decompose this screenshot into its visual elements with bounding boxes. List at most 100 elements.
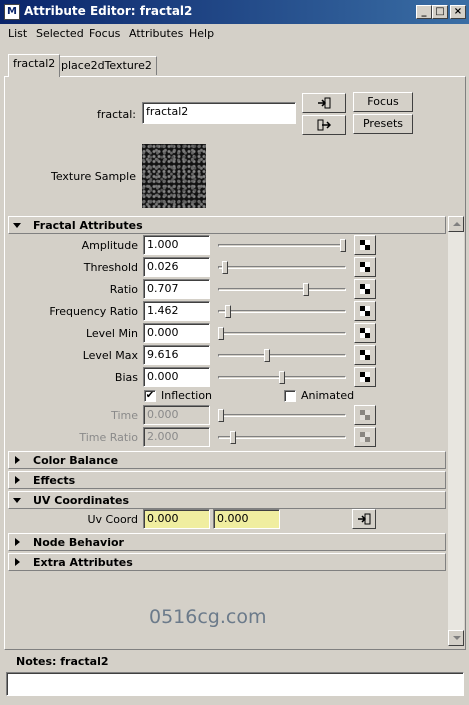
uv-coord-u-field[interactable]: 0.000 — [143, 509, 210, 529]
attr-label: Bias — [114, 371, 138, 384]
section-node-behavior[interactable]: Node Behavior — [8, 533, 446, 551]
map-texture-button[interactable] — [354, 235, 376, 255]
attr-value-field[interactable]: 1.000 — [143, 235, 210, 255]
collapsed-arrow-icon — [15, 558, 20, 566]
input-arrow-icon — [318, 97, 331, 109]
map-texture-button[interactable] — [354, 323, 376, 343]
attr-value-field: 0.000 — [143, 405, 210, 425]
map-texture-button[interactable] — [354, 257, 376, 277]
attr-slider-handle[interactable] — [303, 283, 309, 296]
section-fractal-attributes[interactable]: Fractal Attributes — [8, 216, 446, 234]
texture-sample-swatch[interactable] — [142, 144, 206, 208]
map-texture-button[interactable] — [354, 301, 376, 321]
animated-checkbox[interactable] — [284, 390, 296, 402]
scroll-up-button[interactable] — [448, 216, 464, 232]
checker-icon — [360, 372, 370, 382]
tab-place2dtexture2[interactable]: place2dTexture2 — [56, 56, 157, 75]
attr-slider-track[interactable] — [218, 310, 346, 313]
map-texture-button — [354, 405, 376, 425]
vertical-scrollbar[interactable] — [448, 216, 464, 646]
map-texture-button[interactable] — [354, 345, 376, 365]
menu-attributes[interactable]: Attributes — [129, 27, 183, 40]
attr-value-field[interactable]: 0.000 — [143, 367, 210, 387]
attr-slider-track[interactable] — [218, 266, 346, 269]
output-connection-button[interactable] — [302, 115, 346, 135]
node-name-field[interactable]: fractal2 — [142, 102, 296, 124]
close-button[interactable]: × — [450, 5, 466, 19]
attr-label: Level Min — [85, 327, 138, 340]
minimize-button[interactable]: _ — [416, 5, 432, 19]
watermark-text: 0516cg.com — [149, 606, 267, 628]
notes-title: Notes: fractal2 — [16, 655, 109, 668]
collapsed-arrow-icon — [15, 538, 20, 546]
attr-value-field: 2.000 — [143, 427, 210, 447]
maximize-button[interactable]: □ — [432, 5, 448, 19]
attr-value-field[interactable]: 0.707 — [143, 279, 210, 299]
attr-slider-handle — [218, 409, 224, 422]
attr-label: Level Max — [82, 349, 138, 362]
section-title: Effects — [33, 474, 76, 487]
attr-value-field[interactable]: 0.000 — [143, 323, 210, 343]
section-effects[interactable]: Effects — [8, 471, 446, 489]
menu-selected[interactable]: Selected — [36, 27, 84, 40]
checker-icon — [360, 306, 370, 316]
window-title: Attribute Editor: fractal2 — [24, 4, 193, 18]
inflection-checkbox[interactable]: ✔ — [144, 390, 156, 402]
menu-help[interactable]: Help — [189, 27, 214, 40]
checker-icon — [360, 410, 370, 420]
attr-label: Frequency Ratio — [49, 305, 138, 318]
check-mark-icon: ✔ — [145, 390, 155, 401]
attr-slider-handle[interactable] — [340, 239, 346, 252]
section-extra-attributes[interactable]: Extra Attributes — [8, 553, 446, 571]
inflection-label: Inflection — [161, 389, 213, 402]
collapsed-arrow-icon — [15, 476, 20, 484]
notes-textarea[interactable] — [6, 672, 464, 696]
uv-connection-button[interactable] — [352, 509, 376, 529]
attr-slider-handle[interactable] — [279, 371, 285, 384]
tab-fractal2[interactable]: fractal2 — [8, 54, 61, 77]
attr-slider-track[interactable] — [218, 244, 346, 247]
menu-bar: List Selected Focus Attributes Help — [0, 24, 469, 43]
menu-focus[interactable]: Focus — [89, 27, 120, 40]
uv-coord-v-field[interactable]: 0.000 — [213, 509, 280, 529]
attr-slider-handle[interactable] — [222, 261, 228, 274]
uv-coord-label: Uv Coord — [87, 513, 138, 526]
attr-label: Amplitude — [81, 239, 138, 252]
attr-label: Time — [111, 409, 138, 422]
attr-slider-track — [218, 414, 346, 417]
map-texture-button — [354, 427, 376, 447]
texture-sample-label: Texture Sample — [50, 170, 136, 183]
up-arrow-icon — [453, 222, 461, 226]
app-logo-icon: M — [4, 4, 20, 20]
presets-button[interactable]: Presets — [353, 114, 413, 134]
section-color-balance[interactable]: Color Balance — [8, 451, 446, 469]
attr-value-field[interactable]: 0.026 — [143, 257, 210, 277]
notes-header: Notes: fractal2 — [4, 652, 466, 672]
down-arrow-icon — [453, 636, 461, 640]
checker-icon — [360, 262, 370, 272]
attr-label: Ratio — [109, 283, 138, 296]
menu-list[interactable]: List — [8, 27, 27, 40]
attr-slider-handle[interactable] — [218, 327, 224, 340]
attr-slider-handle[interactable] — [225, 305, 231, 318]
checker-icon — [360, 350, 370, 360]
input-arrow-icon — [358, 513, 371, 525]
animated-label: Animated — [301, 389, 355, 402]
map-texture-button[interactable] — [354, 367, 376, 387]
input-connection-button[interactable] — [302, 93, 346, 113]
attr-value-field[interactable]: 1.462 — [143, 301, 210, 321]
attr-value-field[interactable]: 9.616 — [143, 345, 210, 365]
node-name-label: fractal: — [97, 108, 136, 121]
section-title: Extra Attributes — [33, 556, 133, 569]
attr-slider-track[interactable] — [218, 354, 346, 357]
section-title: Color Balance — [33, 454, 119, 467]
attr-slider-handle[interactable] — [264, 349, 270, 362]
output-arrow-icon — [317, 119, 332, 131]
map-texture-button[interactable] — [354, 279, 376, 299]
title-bar: M Attribute Editor: fractal2 _ □ × — [0, 0, 469, 24]
scroll-down-button[interactable] — [448, 630, 464, 646]
section-uv-coordinates[interactable]: UV Coordinates — [8, 491, 446, 509]
attr-slider-track[interactable] — [218, 288, 346, 291]
attr-slider-track[interactable] — [218, 332, 346, 335]
focus-button[interactable]: Focus — [353, 92, 413, 112]
